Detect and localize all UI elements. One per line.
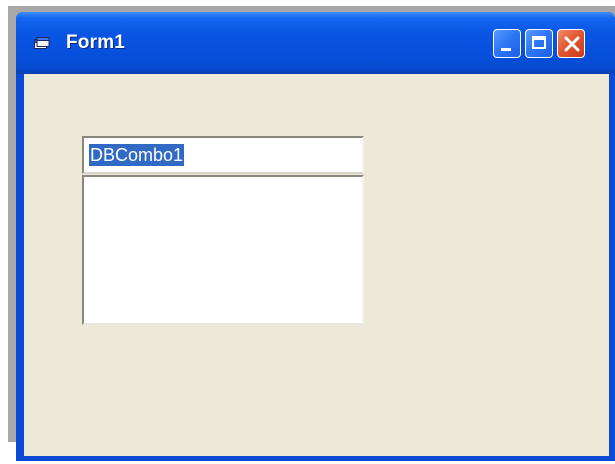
minimize-button[interactable]: [493, 29, 521, 58]
window-title: Form1: [66, 32, 126, 53]
form-window: Form1 DBCombo1: [16, 12, 615, 461]
minimize-icon: [501, 48, 511, 51]
close-button[interactable]: [557, 29, 585, 58]
dbcombo-text-field[interactable]: DBCombo1: [82, 136, 364, 174]
form-icon[interactable]: [34, 37, 50, 51]
dbcombo-list[interactable]: [82, 175, 364, 325]
maximize-button[interactable]: [525, 29, 553, 58]
close-icon: [564, 36, 580, 52]
maximize-icon: [532, 36, 546, 49]
dbcombo-selected-text: DBCombo1: [89, 144, 185, 166]
title-bar[interactable]: Form1: [16, 12, 615, 74]
form-client-area: DBCombo1: [24, 74, 609, 456]
